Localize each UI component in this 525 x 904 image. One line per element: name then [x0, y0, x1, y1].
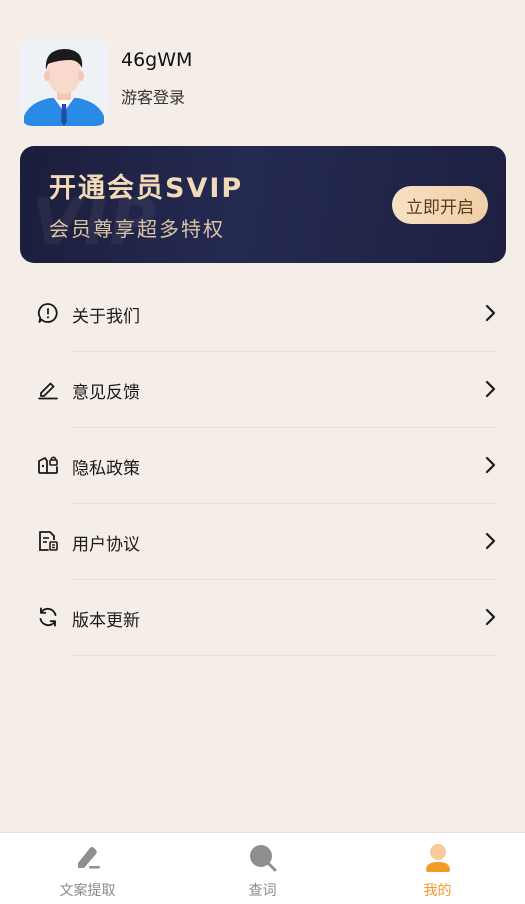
refresh-icon	[37, 606, 59, 628]
user-icon	[423, 843, 453, 873]
login-status[interactable]: 游客登录	[121, 84, 192, 108]
divider	[72, 655, 497, 656]
profile-page: 46gWM 游客登录 VIP 开通会员SVIP 会员尊享超多特权 立即开启 关于…	[0, 0, 525, 904]
info-circle-icon	[37, 302, 59, 324]
menu-item-version-update[interactable]: 版本更新	[0, 580, 525, 656]
nav-tab-mine[interactable]: 我的	[350, 833, 525, 904]
privacy-lock-icon	[37, 454, 59, 476]
vip-open-button[interactable]: 立即开启	[392, 186, 488, 224]
menu-item-user-agreement[interactable]: 用户协议	[0, 504, 525, 580]
menu-item-label: 隐私政策	[72, 459, 140, 479]
menu-item-label: 关于我们	[72, 307, 140, 327]
menu-item-label: 版本更新	[72, 611, 140, 631]
vip-title: 开通会员SVIP	[49, 173, 244, 204]
chevron-right-icon	[485, 456, 497, 474]
menu-item-about[interactable]: 关于我们	[0, 276, 525, 352]
menu-item-label: 意见反馈	[72, 383, 140, 403]
nav-label: 文案提取	[59, 883, 116, 899]
menu-item-privacy[interactable]: 隐私政策	[0, 428, 525, 504]
chevron-right-icon	[485, 608, 497, 626]
chevron-right-icon	[485, 532, 497, 550]
nav-label: 我的	[423, 883, 452, 899]
profile-header[interactable]: 46gWM 游客登录	[20, 38, 192, 126]
document-icon	[37, 530, 59, 552]
menu-item-feedback[interactable]: 意见反馈	[0, 352, 525, 428]
chevron-right-icon	[485, 380, 497, 398]
chevron-right-icon	[485, 304, 497, 322]
vip-banner[interactable]: VIP 开通会员SVIP 会员尊享超多特权 立即开启	[20, 146, 506, 263]
username: 46gWM	[121, 49, 193, 71]
search-icon	[248, 843, 278, 873]
pen-icon	[73, 843, 103, 873]
nav-label: 查词	[248, 883, 277, 899]
settings-menu: 关于我们 意见反馈 隐私政策 用户协议 版本更新	[0, 276, 525, 656]
nav-tab-lookup[interactable]: 查词	[175, 833, 350, 904]
pencil-edit-icon	[37, 378, 59, 400]
bottom-nav: 文案提取 查词 我的	[0, 832, 525, 904]
user-avatar-icon[interactable]	[20, 38, 108, 126]
nav-tab-text-extract[interactable]: 文案提取	[0, 833, 175, 904]
menu-item-label: 用户协议	[72, 535, 140, 555]
vip-subtitle: 会员尊享超多特权	[49, 217, 225, 241]
